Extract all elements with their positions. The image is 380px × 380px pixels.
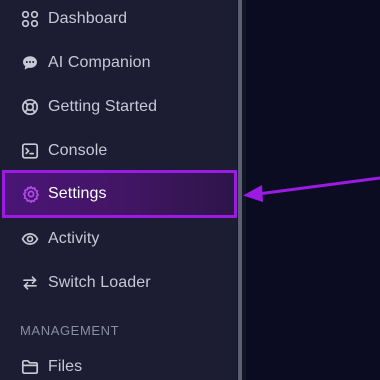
sidebar-resize-handle[interactable] (238, 0, 242, 380)
app-window: Dashboard AI Companion Getting Started C… (0, 0, 380, 380)
swap-arrows-icon (23, 276, 37, 290)
terminal-icon (21, 143, 39, 159)
section-heading-management: MANAGEMENT (20, 323, 120, 338)
sidebar-item-label: Settings (48, 185, 107, 202)
sidebar: Dashboard AI Companion Getting Started C… (0, 0, 237, 380)
sidebar-item-dashboard[interactable]: Dashboard (0, 0, 236, 39)
sidebar-item-label: Getting Started (48, 98, 158, 115)
sidebar-item-activity[interactable]: Activity (0, 219, 236, 259)
chat-bubble-icon (23, 56, 37, 70)
sidebar-item-getting-started[interactable]: Getting Started (0, 87, 236, 127)
dashboard-grid-icon (21, 10, 39, 28)
sidebar-item-settings[interactable]: Settings (2, 170, 237, 218)
sidebar-item-label: Console (48, 142, 108, 159)
sidebar-item-label: AI Companion (48, 54, 151, 71)
eye-icon (21, 233, 39, 245)
lifebuoy-icon (21, 98, 39, 116)
sidebar-item-label: Activity (48, 230, 100, 247)
sidebar-item-ai-companion[interactable]: AI Companion (0, 43, 236, 83)
folder-icon (21, 359, 39, 375)
gear-icon (22, 185, 40, 203)
main-content (246, 0, 380, 380)
sidebar-item-label: Files (48, 358, 83, 375)
sidebar-item-label: Switch Loader (48, 274, 151, 291)
sidebar-item-switch-loader[interactable]: Switch Loader (0, 263, 236, 303)
sidebar-item-label: Dashboard (48, 10, 128, 27)
sidebar-item-files[interactable]: Files (0, 347, 236, 380)
sidebar-item-console[interactable]: Console (0, 131, 236, 171)
